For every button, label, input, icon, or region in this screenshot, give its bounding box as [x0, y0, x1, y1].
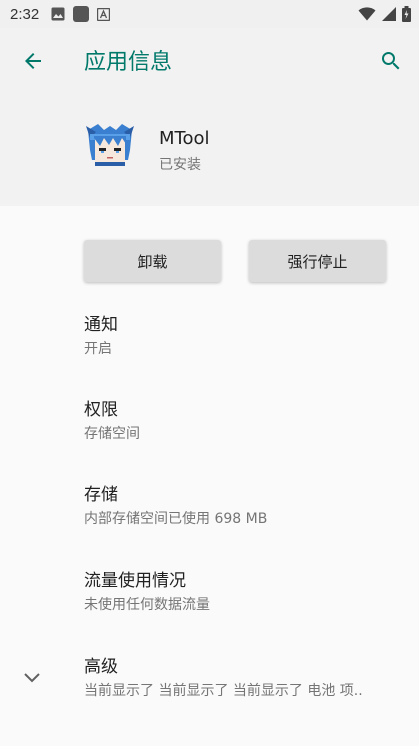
app-install-status: 已安装 [159, 157, 201, 173]
battery-icon [402, 6, 411, 22]
search-button[interactable] [378, 48, 404, 74]
pref-storage[interactable]: 存储 内部存储空间已使用 698 MB [84, 484, 414, 529]
pref-summary: 存储空间 [84, 426, 140, 442]
pref-title: 通知 [84, 315, 118, 335]
pref-title: 流量使用情况 [84, 571, 186, 591]
pref-notifications[interactable]: 通知 开启 [84, 314, 414, 359]
status-time: 2:32 [10, 5, 40, 23]
pref-advanced[interactable]: 高级 当前显示了 当前显示了 当前显示了 电池 项.. [84, 656, 414, 701]
pref-summary: 未使用任何数据流量 [84, 597, 210, 613]
pref-summary: 开启 [84, 341, 112, 357]
search-icon [382, 52, 400, 70]
signal-icon [382, 7, 396, 21]
status-bar: 2:32 [0, 0, 419, 28]
arrow-back-icon [25, 53, 41, 69]
uninstall-button[interactable]: 卸载 [84, 240, 221, 282]
back-button[interactable] [20, 48, 46, 74]
pref-title: 高级 [84, 657, 118, 677]
pref-permissions[interactable]: 权限 存储空间 [84, 399, 414, 444]
pref-title: 权限 [84, 400, 118, 420]
app-icon [84, 120, 136, 172]
page-title: 应用信息 [84, 50, 173, 75]
app-bar: 应用信息 [0, 28, 419, 94]
force-stop-button[interactable]: 强行停止 [249, 240, 386, 282]
a-icon [97, 7, 111, 21]
pref-summary: 内部存储空间已使用 698 MB [84, 511, 268, 527]
app-header: MTool 已安装 [0, 94, 419, 206]
wifi-icon [358, 7, 376, 21]
image-icon [51, 7, 65, 21]
chevron-down-icon[interactable] [22, 668, 42, 688]
app-name: MTool [159, 128, 210, 149]
pref-summary: 当前显示了 当前显示了 当前显示了 电池 项.. [84, 683, 363, 699]
pref-data-usage[interactable]: 流量使用情况 未使用任何数据流量 [84, 570, 414, 615]
pref-title: 存储 [84, 485, 118, 505]
square-app-icon [73, 6, 90, 22]
